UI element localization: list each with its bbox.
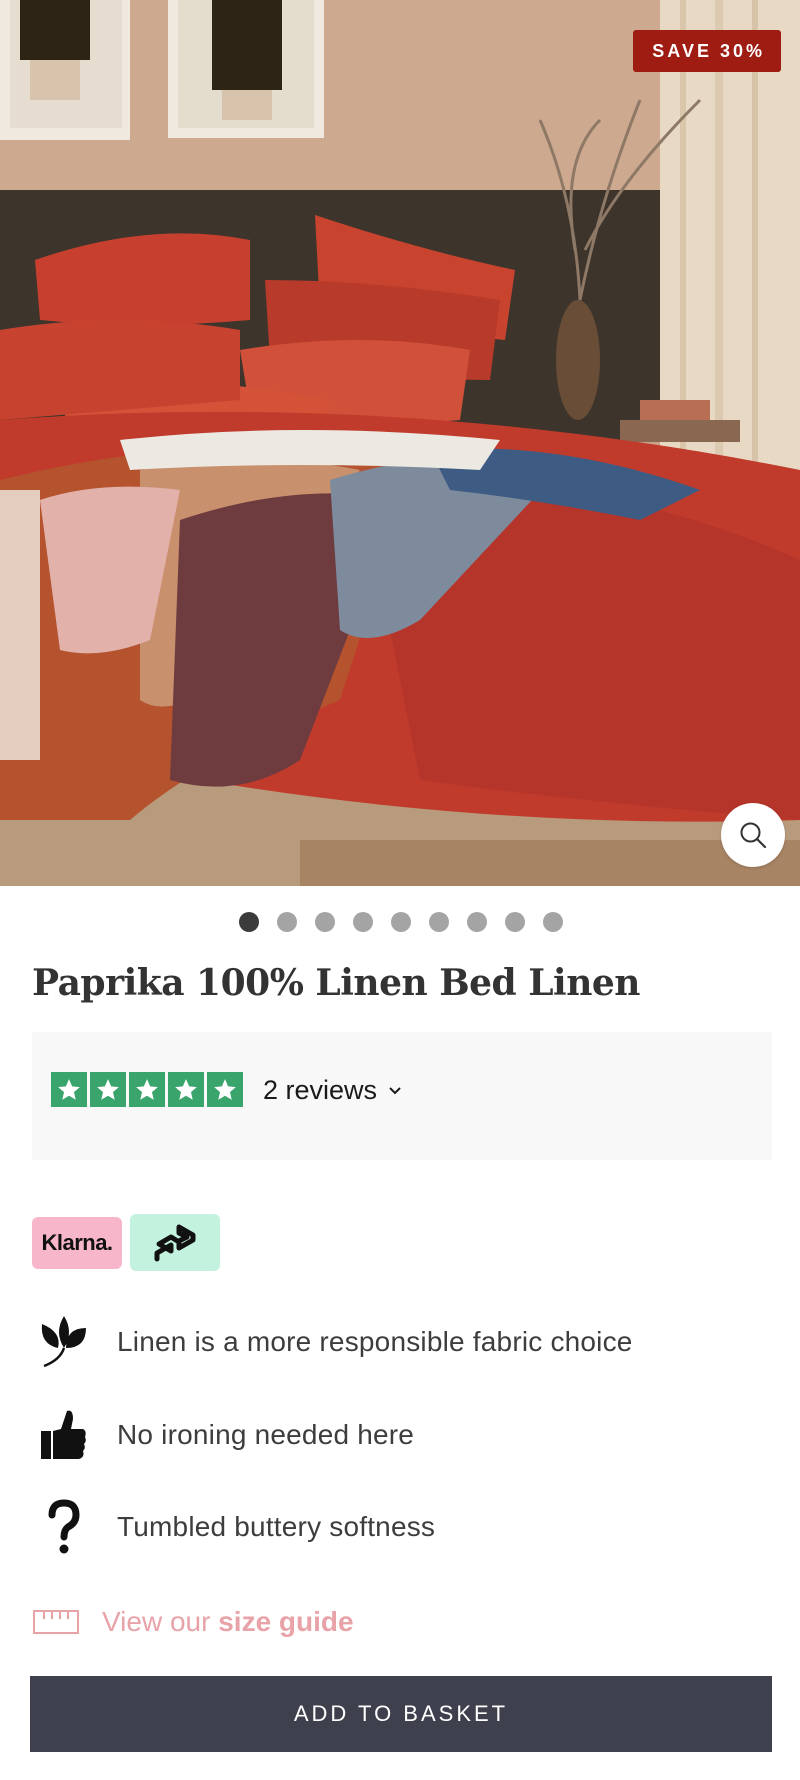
feature-text: No ironing needed here [117, 1419, 415, 1450]
feature-text: Linen is a more responsible fabric choic… [117, 1326, 633, 1357]
reviews-toggle[interactable]: 2 reviews [263, 1075, 403, 1106]
gallery-dot-2[interactable] [277, 912, 297, 932]
size-guide-link[interactable]: View our size guide [32, 1606, 354, 1638]
chevron-down-icon [389, 1086, 401, 1094]
gallery-dot-9[interactable] [543, 912, 563, 932]
gallery-dot-5[interactable] [391, 912, 411, 932]
ruler-icon [33, 1610, 79, 1634]
gallery-pagination [0, 912, 800, 932]
bedroom-scene-illustration [0, 0, 800, 886]
product-image[interactable]: SAVE 30% [0, 0, 800, 886]
star-icon [168, 1072, 204, 1107]
size-guide-prefix: View our [102, 1606, 211, 1637]
gallery-dot-1[interactable] [239, 912, 259, 932]
feature-text: Tumbled buttery softness [117, 1511, 436, 1542]
thumbs-up-icon [32, 1405, 96, 1465]
star-icon [129, 1072, 165, 1107]
gallery-dot-3[interactable] [315, 912, 335, 932]
reviews-widget: 2 reviews [32, 1032, 772, 1160]
feature-responsible-fabric: Linen is a more responsible fabric choic… [32, 1312, 632, 1372]
gallery-dot-6[interactable] [429, 912, 449, 932]
size-guide-text[interactable]: View our size guide [102, 1606, 354, 1638]
add-to-basket-button[interactable]: ADD TO BASKET [30, 1676, 772, 1752]
question-icon [32, 1497, 96, 1557]
gallery-dot-8[interactable] [505, 912, 525, 932]
afterpay-logo[interactable] [130, 1214, 220, 1271]
star-rating [51, 1072, 243, 1107]
gallery-dot-4[interactable] [353, 912, 373, 932]
afterpay-logo-icon [154, 1224, 196, 1261]
save-badge: SAVE 30% [633, 30, 781, 72]
size-guide-link-text[interactable]: size guide [218, 1606, 353, 1637]
search-icon [740, 822, 767, 849]
feature-softness: Tumbled buttery softness [32, 1497, 435, 1557]
star-icon [207, 1072, 243, 1107]
star-icon [90, 1072, 126, 1107]
gallery-dot-7[interactable] [467, 912, 487, 932]
star-icon [51, 1072, 87, 1107]
leaf-icon [32, 1312, 96, 1372]
feature-no-ironing: No ironing needed here [32, 1405, 414, 1465]
zoom-button[interactable] [721, 803, 785, 867]
reviews-count: 2 reviews [263, 1075, 378, 1105]
klarna-logo[interactable]: Klarna. [32, 1217, 122, 1269]
product-title: Paprika 100% Linen Bed Linen [32, 962, 640, 1004]
